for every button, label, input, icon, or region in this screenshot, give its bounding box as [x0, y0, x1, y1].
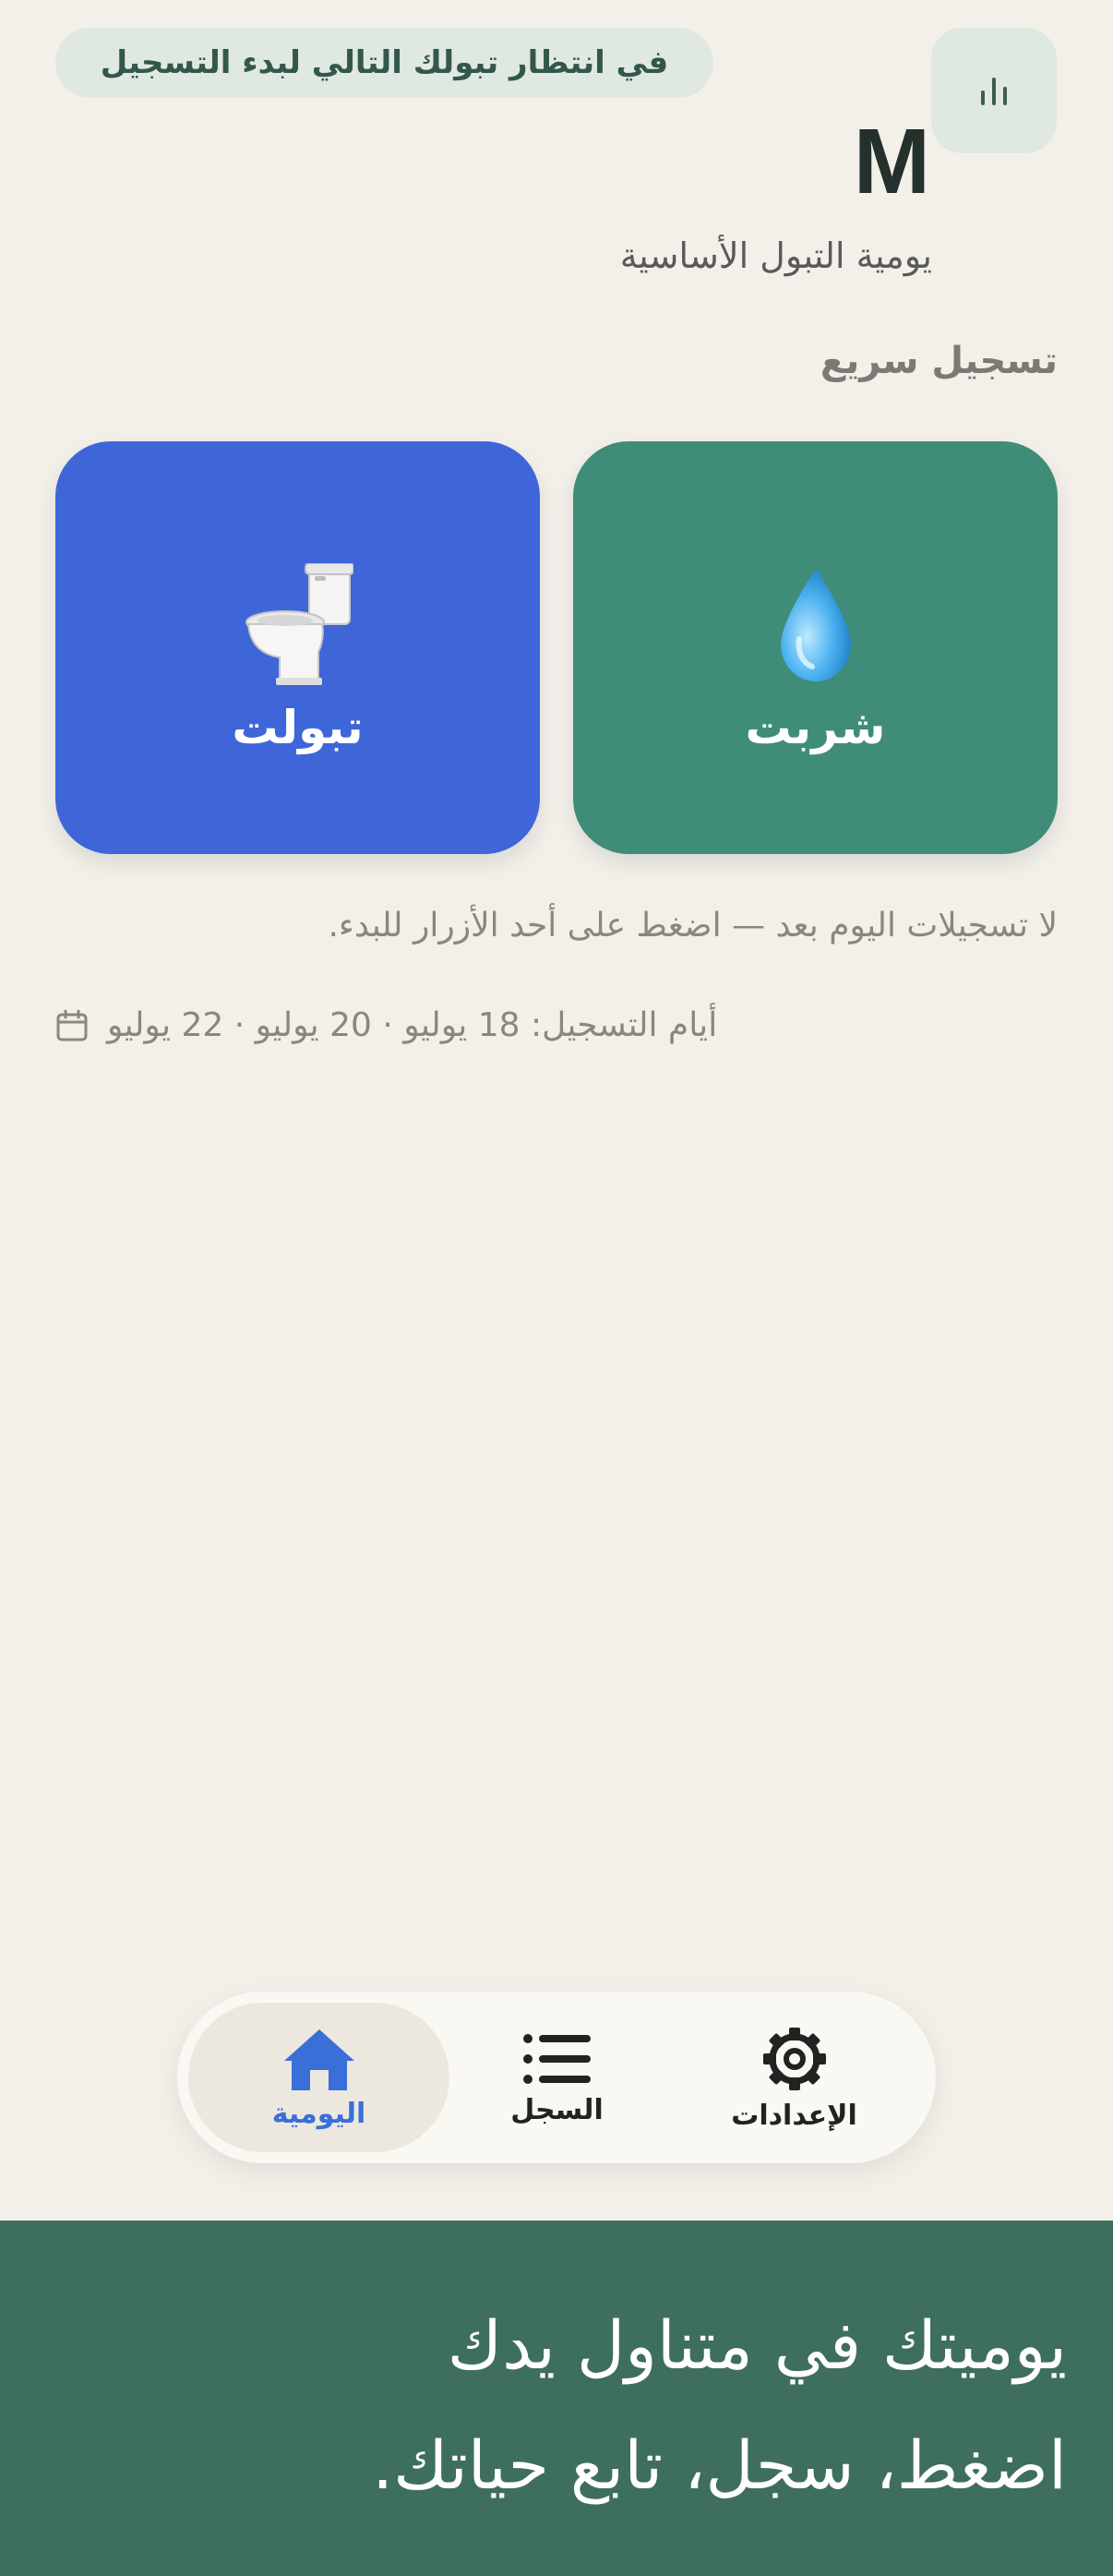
toilet-icon [233, 560, 363, 690]
logging-days-row: أيام التسجيل: 18 يوليو · 20 يوليو · 22 ي… [55, 1006, 717, 1044]
nav-item-settings-label: الإعدادات [731, 2099, 857, 2132]
quick-log-title: تسجيل سريع [820, 340, 1058, 382]
peed-button[interactable]: تبولت [55, 441, 540, 854]
home-icon [283, 2028, 354, 2090]
nav-item-home-label: اليومية [271, 2097, 366, 2130]
bottom-nav: اليومية السجل الإعدادات [177, 1992, 936, 2163]
promo-banner-line-2: اضغط، سجل، تابع حياتك. [372, 2426, 1067, 2504]
promo-banner-line-1: يوميتك في متناول يدك [447, 2306, 1067, 2384]
nav-item-log-label: السجل [510, 2093, 604, 2126]
app-logo-letter: M [853, 110, 930, 213]
logging-days-text: أيام التسجيل: 18 يوليو · 20 يوليو · 22 ي… [107, 1006, 718, 1044]
nav-item-settings[interactable]: الإعدادات [664, 2003, 925, 2152]
status-pill-text: في انتظار تبولك التالي لبدء التسجيل [100, 44, 669, 81]
bar-chart-icon [981, 78, 1007, 105]
empty-state-text: لا تسجيلات اليوم بعد — اضغط على أحد الأز… [328, 907, 1058, 945]
peed-button-label: تبولت [232, 700, 364, 754]
gear-icon [762, 2027, 826, 2090]
app-subtitle: يومية التبول الأساسية [619, 235, 932, 276]
water-drop-icon [751, 560, 880, 690]
nav-item-home[interactable]: اليومية [188, 2003, 449, 2152]
drank-button[interactable]: شربت [573, 441, 1058, 854]
stats-button[interactable] [931, 28, 1057, 153]
drank-button-label: شربت [745, 700, 886, 754]
nav-item-log[interactable]: السجل [426, 2003, 688, 2152]
calendar-icon [56, 1009, 88, 1041]
promo-banner: يوميتك في متناول يدك اضغط، سجل، تابع حيا… [0, 2221, 1113, 2576]
status-pill: في انتظار تبولك التالي لبدء التسجيل [55, 28, 713, 98]
list-icon [522, 2033, 591, 2084]
